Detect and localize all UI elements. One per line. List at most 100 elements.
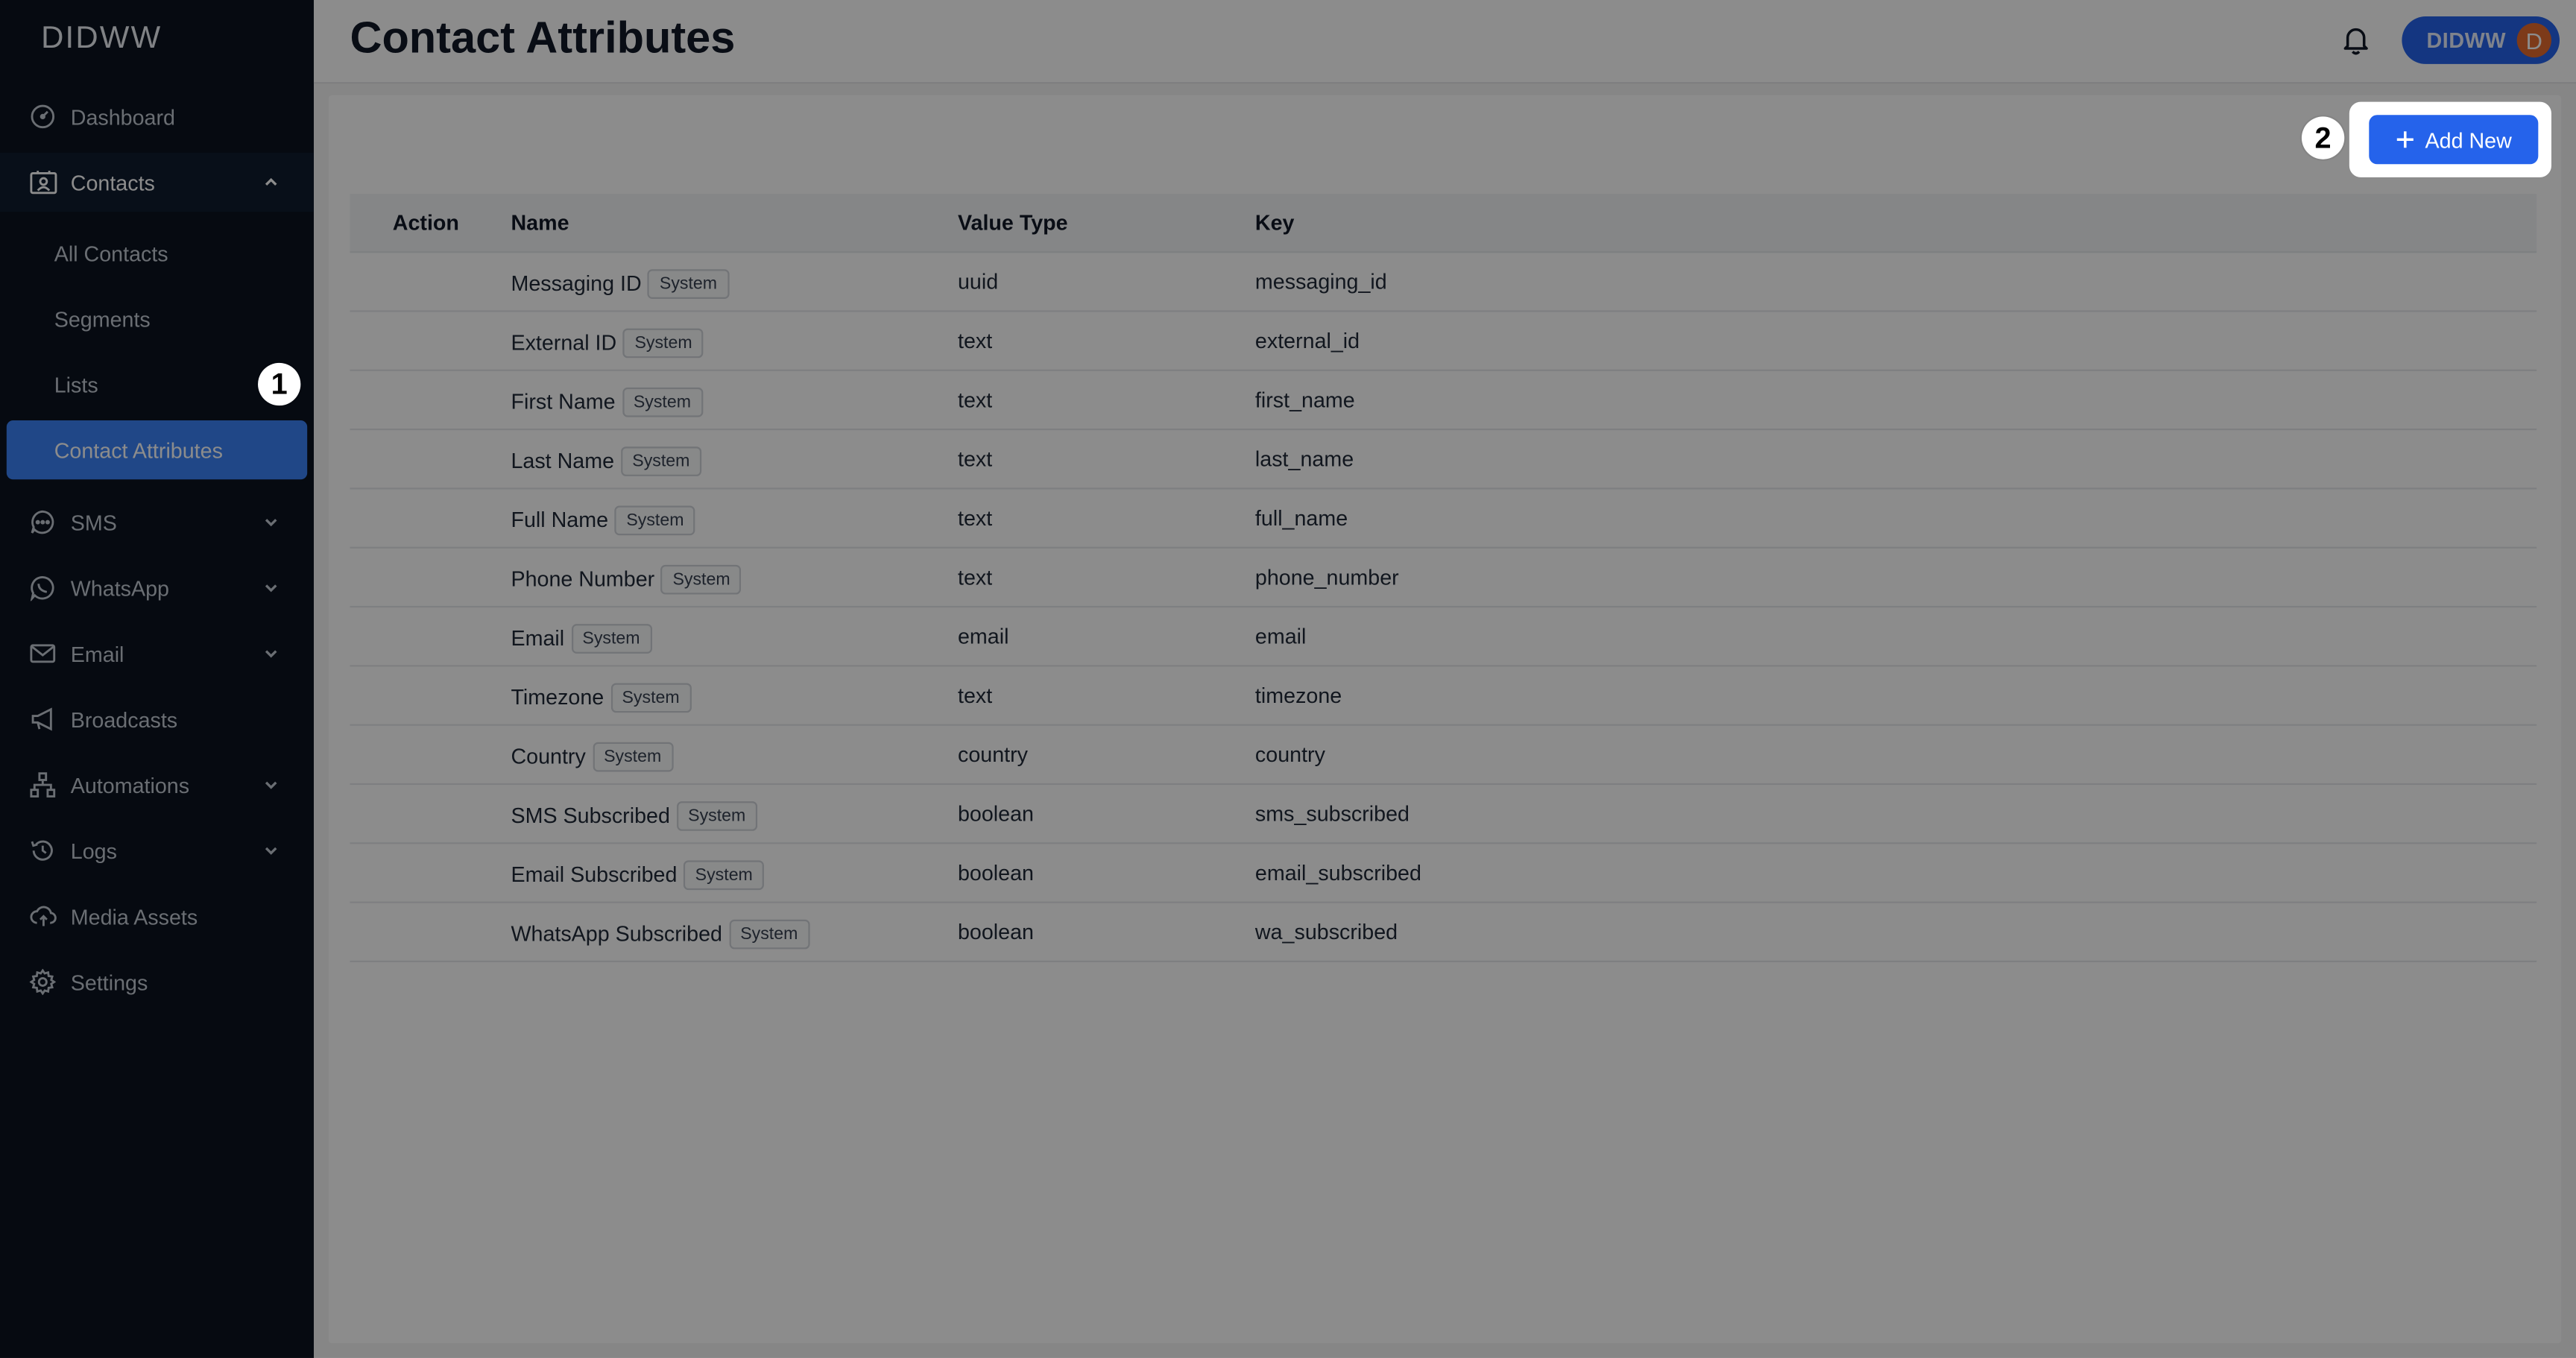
top-header: Contact Attributes DIDWW D <box>313 0 2576 84</box>
row-key-cell: last_name <box>1254 446 1354 472</box>
row-key-cell: wa_subscribed <box>1254 919 1398 944</box>
row-value-type-cell: boolean <box>957 919 1034 944</box>
attribute-name: Full Name <box>511 507 609 532</box>
table-row[interactable]: SMS Subscribed System boolean sms_subscribe… <box>350 785 2537 844</box>
sidebar-item-logs[interactable]: Logs <box>0 821 314 880</box>
add-new-label: Add New <box>2425 127 2512 152</box>
row-key-cell: first_name <box>1254 387 1355 412</box>
sidebar-item-media-assets[interactable]: Media Assets <box>0 887 314 946</box>
table-row[interactable]: Email Subscribed System boolean email_subsc… <box>350 844 2537 903</box>
row-name-cell: First Name System <box>511 387 703 417</box>
system-badge: System <box>648 269 729 299</box>
sidebar-item-automations[interactable]: Automations <box>0 755 314 814</box>
column-header-key[interactable]: Key <box>1255 210 1295 235</box>
chevron-down-icon <box>265 650 277 658</box>
chevron-up-icon <box>265 177 277 186</box>
table-row[interactable]: WhatsApp Subscribed System boolean wa_subsc… <box>350 903 2537 963</box>
attribute-name: Timezone <box>511 684 604 710</box>
row-key-cell: email <box>1254 624 1307 649</box>
sidebar-subitem-all-contacts[interactable]: All Contacts <box>7 224 307 282</box>
table-row[interactable]: Phone Number System text phone_number <box>350 549 2537 608</box>
attribute-name: Phone Number <box>511 566 655 592</box>
row-value-type-cell: text <box>957 564 993 590</box>
cloud-upload-icon <box>28 902 57 932</box>
sidebar-subitem-label: All Contacts <box>54 240 168 265</box>
sidebar-item-broadcasts[interactable]: Broadcasts <box>0 689 314 748</box>
sidebar-item-email[interactable]: Email <box>0 624 314 683</box>
attribute-name: External ID <box>511 329 617 355</box>
brand-logo[interactable]: DIDWW <box>41 22 162 57</box>
table-header: Action Name Value Type Key <box>350 193 2537 253</box>
row-name-cell: Phone Number System <box>511 564 742 595</box>
sidebar: DIDWW Dashboard Contacts All Contacts Se… <box>0 0 314 1358</box>
history-icon <box>28 836 57 865</box>
sidebar-subitem-label: Segments <box>54 306 151 331</box>
row-value-type-cell: text <box>957 505 993 531</box>
row-key-cell: phone_number <box>1254 564 1399 590</box>
sidebar-item-label: Automations <box>70 772 190 798</box>
row-name-cell: Last Name System <box>511 446 701 476</box>
highlight-frame: Add New <box>2349 101 2551 177</box>
sidebar-subitem-label: Lists <box>54 372 98 397</box>
row-name-cell: External ID System <box>511 328 704 359</box>
attribute-name: First Name <box>511 389 616 414</box>
sidebar-subitem-segments[interactable]: Segments <box>7 289 307 348</box>
avatar: D <box>2516 22 2551 58</box>
row-name-cell: SMS Subscribed System <box>511 801 757 831</box>
attribute-name: Email <box>511 625 565 651</box>
system-badge: System <box>614 505 695 536</box>
sms-icon <box>28 508 57 537</box>
page-title: Contact Attributes <box>350 13 736 63</box>
sidebar-item-sms[interactable]: SMS <box>0 493 314 552</box>
system-badge: System <box>570 624 651 654</box>
system-badge: System <box>620 446 701 476</box>
chevron-down-icon <box>265 584 277 593</box>
system-badge: System <box>684 860 765 891</box>
sidebar-item-label: Logs <box>70 838 117 863</box>
column-header-name[interactable]: Name <box>511 210 569 235</box>
system-badge: System <box>610 683 692 713</box>
table-row[interactable]: External ID System text external_id <box>350 312 2537 371</box>
row-value-type-cell: text <box>957 387 993 412</box>
row-value-type-cell: country <box>957 742 1028 767</box>
sidebar-item-dashboard[interactable]: Dashboard <box>0 87 314 146</box>
row-value-type-cell: email <box>957 624 1009 649</box>
row-name-cell: WhatsApp Subscribed System <box>511 919 809 950</box>
row-value-type-cell: text <box>957 683 993 708</box>
row-key-cell: full_name <box>1254 505 1348 531</box>
table-row[interactable]: Full Name System text full_name <box>350 490 2537 549</box>
bell-icon[interactable] <box>2340 23 2373 56</box>
row-name-cell: Email System <box>511 624 651 654</box>
step-marker-2: 2 <box>2301 116 2345 160</box>
table-row[interactable]: First Name System text first_name <box>350 371 2537 431</box>
row-name-cell: Messaging ID System <box>511 269 729 299</box>
attribute-name: Country <box>511 744 586 769</box>
account-menu-button[interactable]: DIDWW D <box>2402 16 2560 64</box>
email-icon <box>28 639 57 669</box>
system-badge: System <box>623 328 704 359</box>
row-value-type-cell: text <box>957 446 993 472</box>
table-row[interactable]: Country System country country <box>350 726 2537 786</box>
row-name-cell: Timezone System <box>511 683 692 713</box>
row-key-cell: external_id <box>1254 328 1360 353</box>
sidebar-subitem-contact-attributes[interactable]: Contact Attributes <box>6 420 308 480</box>
table-row[interactable]: Email System email email <box>350 607 2537 667</box>
row-key-cell: country <box>1254 742 1325 767</box>
sidebar-item-label: Media Assets <box>70 903 198 929</box>
table-row[interactable]: Messaging ID System uuid messaging_id <box>350 253 2537 312</box>
sidebar-item-label: Broadcasts <box>70 707 178 732</box>
account-name: DIDWW <box>2426 28 2507 53</box>
column-header-value-type[interactable]: Value Type <box>958 210 1068 235</box>
gear-icon <box>28 967 57 997</box>
chevron-down-icon <box>265 847 277 855</box>
sidebar-item-label: Dashboard <box>70 104 175 129</box>
sidebar-item-settings[interactable]: Settings <box>0 953 314 1011</box>
add-new-button[interactable]: Add New <box>2369 115 2539 165</box>
table-row[interactable]: Timezone System text timezone <box>350 666 2537 726</box>
sidebar-item-whatsapp[interactable]: WhatsApp <box>0 558 314 617</box>
megaphone-icon <box>28 704 57 734</box>
sidebar-item-contacts[interactable]: Contacts <box>0 152 314 212</box>
whatsapp-icon <box>28 573 57 603</box>
table-row[interactable]: Last Name System text last_name <box>350 430 2537 490</box>
system-badge: System <box>676 801 757 831</box>
